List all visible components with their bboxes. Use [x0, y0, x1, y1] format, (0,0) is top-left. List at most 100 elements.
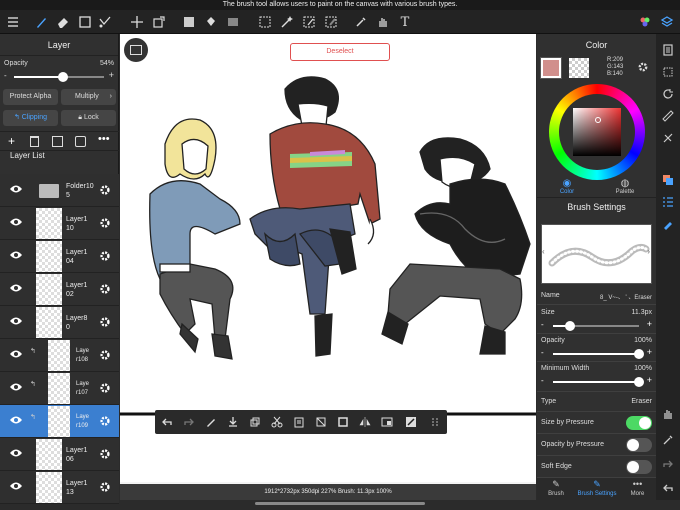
visibility-eye-icon[interactable]	[9, 184, 23, 194]
brush-type-row[interactable]: Type Eraser	[537, 392, 656, 412]
menu-icon[interactable]	[4, 13, 22, 31]
opacity-plus-icon[interactable]: +	[109, 70, 114, 80]
brush-list-icon[interactable]	[660, 194, 676, 210]
pen-icon[interactable]	[203, 414, 219, 430]
layer-row[interactable]: Layer1 02	[0, 273, 119, 306]
eyedropper-side-icon[interactable]	[660, 432, 676, 448]
eraser-tool-icon[interactable]	[54, 13, 72, 31]
visibility-eye-icon[interactable]	[9, 481, 23, 491]
layer-row[interactable]: Layer1 13	[0, 471, 119, 504]
tab-color[interactable]: Color	[549, 189, 585, 195]
layer-row[interactable]: ↰ Laye r107	[0, 372, 119, 405]
layer-settings-gear-icon[interactable]	[99, 382, 111, 394]
select-eraser-icon[interactable]	[322, 13, 340, 31]
layer-settings-gear-icon[interactable]	[99, 415, 111, 427]
layer-settings-gear-icon[interactable]	[99, 316, 111, 328]
opacity-minus-icon[interactable]: -	[541, 348, 544, 357]
merge-layer-icon[interactable]	[75, 136, 86, 147]
preview-prev-icon[interactable]: ‹	[542, 247, 545, 256]
sub-color-swatch[interactable]	[569, 58, 589, 78]
min-width-knob[interactable]	[634, 377, 644, 387]
text-tool-icon[interactable]: T	[396, 13, 414, 31]
color-settings-gear-icon[interactable]	[637, 61, 649, 73]
layer-row[interactable]: Layer8 0	[0, 306, 119, 339]
select-tool-icon[interactable]	[256, 13, 274, 31]
size-minus-icon[interactable]: -	[541, 320, 544, 329]
layer-settings-gear-icon[interactable]	[99, 349, 111, 361]
filter-icon[interactable]	[403, 414, 419, 430]
opacity-plus-icon[interactable]: +	[647, 347, 652, 357]
paste-icon[interactable]	[291, 414, 307, 430]
visibility-eye-icon[interactable]	[9, 448, 23, 458]
move-tool-icon[interactable]	[128, 13, 146, 31]
brush-settings-icon[interactable]	[660, 216, 676, 232]
undo-side-icon[interactable]	[660, 480, 676, 496]
size-pressure-toggle[interactable]	[626, 416, 652, 430]
visibility-eye-icon[interactable]	[9, 217, 23, 227]
brush-name-row[interactable]: Name 8_ V~-、 ' 、Eraser	[537, 287, 656, 305]
flip-icon[interactable]	[357, 414, 373, 430]
more-icon[interactable]: •••	[98, 133, 110, 145]
ruler-icon[interactable]	[660, 108, 676, 124]
material-icon[interactable]	[636, 13, 654, 31]
lock-button[interactable]: 🔒︎ Lock	[61, 110, 116, 126]
layer-settings-gear-icon[interactable]	[99, 283, 111, 295]
hand-tool-icon[interactable]	[374, 13, 392, 31]
color-panel-icon[interactable]	[660, 172, 676, 188]
redo-icon[interactable]	[181, 414, 197, 430]
rotate-icon[interactable]	[660, 86, 676, 102]
layer-settings-gear-icon[interactable]	[99, 481, 111, 493]
grip-icon[interactable]	[427, 414, 443, 430]
opacity-minus-icon[interactable]: -	[4, 71, 7, 80]
blend-mode-button[interactable]: Multiply ›	[61, 89, 116, 105]
layer-settings-gear-icon[interactable]	[99, 184, 111, 196]
clear-icon[interactable]	[313, 414, 329, 430]
clipping-button[interactable]: ↰ Clipping	[3, 110, 58, 126]
select-pen-icon[interactable]	[300, 13, 318, 31]
layer-row[interactable]: Layer1 06	[0, 438, 119, 471]
layer-settings-gear-icon[interactable]	[99, 217, 111, 229]
layers-icon[interactable]	[658, 13, 676, 31]
minwidth-minus-icon[interactable]: -	[541, 376, 544, 385]
protect-alpha-button[interactable]: Protect Alpha	[3, 89, 58, 105]
color-wheel[interactable]	[549, 84, 645, 180]
fill-layer-icon[interactable]	[335, 414, 351, 430]
layer-settings-gear-icon[interactable]	[99, 250, 111, 262]
color-square[interactable]	[573, 108, 621, 156]
visibility-eye-icon[interactable]	[9, 382, 23, 392]
reference-icon[interactable]	[379, 414, 395, 430]
layer-settings-gear-icon[interactable]	[99, 448, 111, 460]
download-icon[interactable]	[225, 414, 241, 430]
canvas-view-button[interactable]	[124, 38, 148, 62]
undo-icon[interactable]	[159, 414, 175, 430]
add-layer-icon[interactable]: +	[8, 134, 15, 148]
visibility-eye-icon[interactable]	[9, 250, 23, 260]
brush-size-knob[interactable]	[565, 321, 576, 331]
tab-palette[interactable]: Palette	[607, 189, 643, 195]
tab-brush[interactable]: Brush	[537, 491, 575, 497]
snap-icon[interactable]	[660, 130, 676, 146]
layer-row[interactable]: Layer1 10	[0, 207, 119, 240]
canvas-settings-icon[interactable]	[660, 42, 676, 58]
eyedropper-icon[interactable]	[352, 13, 370, 31]
brush-tool-icon[interactable]	[32, 13, 50, 31]
layer-row[interactable]: Folder10 5	[0, 174, 119, 207]
layer-row[interactable]: Layer1 04	[0, 240, 119, 273]
layer-row[interactable]: ↰ Laye r108	[0, 339, 119, 372]
visibility-eye-icon[interactable]	[9, 283, 23, 293]
soft-edge-toggle[interactable]	[626, 460, 652, 474]
transform-tool-icon[interactable]	[150, 13, 168, 31]
size-plus-icon[interactable]: +	[647, 319, 652, 329]
trash-icon[interactable]	[30, 136, 39, 147]
bucket-tool-icon[interactable]	[202, 13, 220, 31]
color-picker-cursor[interactable]	[595, 117, 601, 123]
gradient-tool-icon[interactable]	[224, 13, 242, 31]
minwidth-plus-icon[interactable]: +	[647, 375, 652, 385]
tab-brush-settings[interactable]: Brush Settings	[575, 491, 619, 497]
cut-icon[interactable]	[269, 414, 285, 430]
duplicate-layer-icon[interactable]	[52, 136, 63, 147]
crop-icon[interactable]	[660, 64, 676, 80]
copy-icon[interactable]	[247, 414, 263, 430]
tab-more[interactable]: More	[619, 491, 656, 497]
visibility-eye-icon[interactable]	[9, 415, 23, 425]
